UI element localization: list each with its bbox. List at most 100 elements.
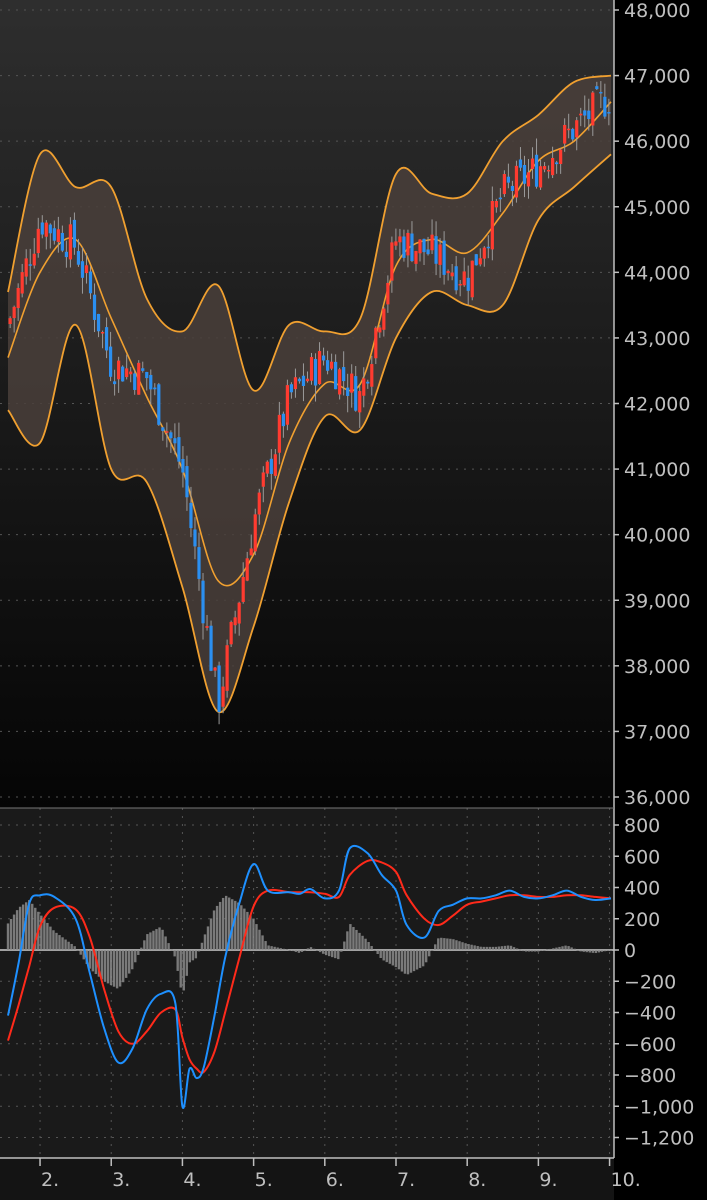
candle-body (189, 502, 193, 529)
price-tick-label: 42,000 (624, 394, 690, 416)
histogram-bar (279, 948, 282, 950)
candle-body (587, 110, 591, 120)
histogram-bar (106, 950, 110, 984)
macd-tick-label: −1,000 (624, 1096, 694, 1118)
histogram-bar (264, 941, 267, 950)
histogram-bar (206, 926, 210, 950)
candle-body (514, 165, 519, 198)
candle-body (591, 92, 595, 126)
histogram-bar (485, 946, 488, 950)
histogram-bar (537, 950, 540, 952)
histogram-bar (440, 937, 443, 950)
histogram-bar (73, 946, 76, 950)
candle-body (80, 261, 85, 278)
price-tick-label: 48,000 (624, 0, 690, 22)
price-tick-label: 39,000 (624, 590, 690, 612)
histogram-bar (76, 950, 79, 951)
histogram-bar (443, 938, 446, 950)
histogram-bar (488, 946, 491, 950)
candle-body (494, 201, 498, 208)
candle-body (108, 346, 113, 377)
candle-body (402, 236, 406, 258)
candle-body (229, 621, 233, 645)
histogram-bar (112, 950, 116, 987)
histogram-bar (406, 950, 410, 975)
histogram-bar (303, 950, 307, 951)
candle-body (454, 266, 458, 291)
histogram-bar (131, 950, 134, 970)
histogram-bar (146, 934, 149, 950)
candle-body (44, 222, 48, 237)
histogram-bar (579, 950, 582, 952)
histogram-bar (324, 950, 328, 956)
candle-body (201, 580, 205, 624)
candle-body (346, 387, 350, 396)
histogram-bar (561, 946, 564, 950)
histogram-bar (215, 905, 219, 950)
candle-body (502, 174, 506, 195)
candle-body (121, 366, 125, 382)
histogram-bar (464, 943, 467, 950)
histogram-bar (512, 947, 516, 950)
price-tick-label: 46,000 (624, 131, 690, 153)
histogram-bar (188, 950, 192, 963)
candle-body (257, 492, 261, 515)
candle-body (438, 244, 442, 265)
candle-body (113, 381, 117, 385)
candle-body (442, 240, 446, 275)
candle-body (579, 113, 583, 116)
histogram-bar (582, 950, 585, 952)
candle-body (305, 378, 310, 382)
candle-body (209, 625, 213, 671)
histogram-bar (6, 923, 10, 950)
histogram-bar (434, 944, 437, 950)
histogram-bar (167, 943, 170, 950)
candle-body (64, 251, 68, 258)
candle-body (52, 228, 56, 241)
candle-body (40, 222, 44, 235)
candle-body (20, 272, 24, 294)
candle-body (490, 200, 494, 250)
candle-body (546, 169, 551, 172)
candle-body (117, 360, 121, 380)
candle-body (157, 384, 161, 425)
candle-body (530, 158, 535, 170)
histogram-bar (191, 950, 195, 961)
candle-body (446, 270, 450, 274)
candle-body (137, 362, 141, 395)
candle-body (394, 241, 398, 246)
histogram-bar (267, 945, 270, 950)
histogram-bar (534, 950, 537, 952)
histogram-bar (552, 948, 555, 950)
candle-body (104, 327, 109, 351)
candle-body (325, 360, 330, 371)
histogram-bar (52, 930, 55, 950)
histogram-bar (276, 947, 279, 950)
histogram-bar (549, 948, 552, 950)
candle-body (526, 172, 531, 187)
histogram-bar (43, 919, 46, 950)
histogram-bar (221, 897, 225, 950)
candle-body (583, 110, 587, 116)
candle-body (309, 357, 314, 381)
histogram-bar (70, 943, 73, 950)
candle-body (559, 149, 563, 164)
histogram-bar (143, 940, 146, 950)
histogram-bar (312, 948, 316, 950)
candle-body (68, 224, 73, 260)
histogram-bar (346, 931, 349, 950)
candle-body (406, 232, 410, 256)
macd-tick-label: −200 (624, 971, 676, 993)
candle-body (293, 377, 298, 390)
candle-body (100, 332, 105, 334)
candle-body (153, 387, 157, 390)
candle-body (8, 318, 12, 325)
histogram-bar (176, 950, 179, 971)
macd-tick-label: −400 (624, 1003, 676, 1025)
histogram-bar (164, 936, 167, 950)
candle-body (225, 645, 229, 691)
candle-body (366, 381, 370, 384)
candle-body (506, 176, 511, 183)
histogram-bar (358, 932, 361, 950)
histogram-bar (455, 940, 458, 950)
